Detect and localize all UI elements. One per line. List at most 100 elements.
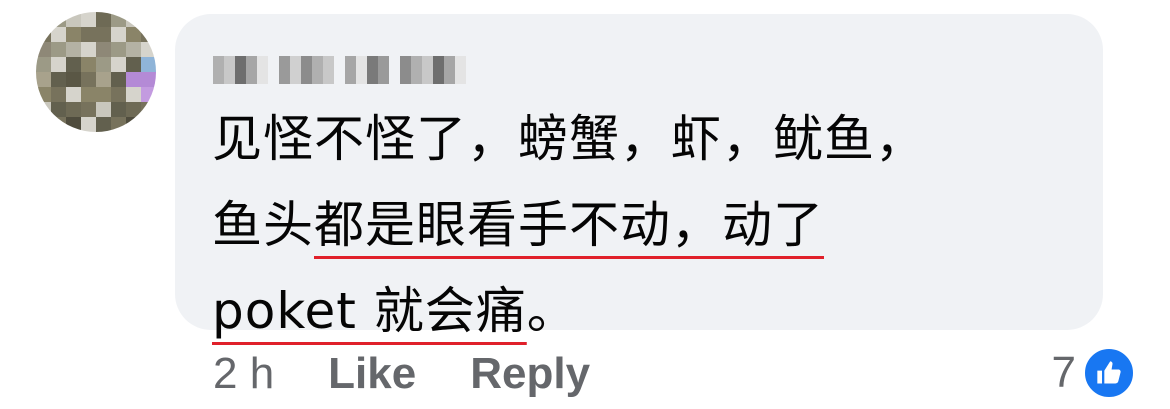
- author-name-pixel: [213, 56, 224, 84]
- avatar-pixel: [96, 42, 111, 57]
- avatar-pixel: [96, 72, 111, 87]
- avatar-pixel: [111, 72, 126, 87]
- avatar-pixel: [66, 117, 81, 132]
- avatar-pixel: [51, 42, 66, 57]
- reply-button[interactable]: Reply: [470, 349, 590, 399]
- avatar-pixel: [141, 102, 156, 117]
- avatar-pixel: [66, 102, 81, 117]
- avatar-pixel: [111, 102, 126, 117]
- author-name-pixel: [334, 56, 345, 84]
- author-name-pixel: [323, 56, 334, 84]
- avatar-pixel: [51, 117, 66, 132]
- comment-line-2: 鱼头都是眼看手不动，动了: [212, 182, 1072, 268]
- author-name-pixel: [345, 56, 356, 84]
- avatar-pixel: [126, 12, 141, 27]
- author-name-pixel: [400, 56, 411, 84]
- avatar-pixel: [126, 27, 141, 42]
- avatar-pixel: [126, 57, 141, 72]
- comment-line-1-text: 见怪不怪了，螃蟹，虾，鱿鱼，: [212, 110, 926, 168]
- author-name-pixel: [279, 56, 290, 84]
- avatar-pixel: [66, 87, 81, 102]
- avatar-pixel: [141, 57, 156, 72]
- avatar-pixel: [36, 117, 51, 132]
- comment-actions: 2 h Like Reply: [213, 346, 644, 402]
- avatar-pixel: [81, 102, 96, 117]
- author-name-pixel: [290, 56, 301, 84]
- avatar-pixel: [81, 12, 96, 27]
- comment-line-3-underlined: poket 就会痛: [212, 282, 527, 340]
- avatar-pixel: [66, 27, 81, 42]
- author-name-pixel: [312, 56, 323, 84]
- comment-line-2-underlined: 都是眼看手不动，动了: [314, 196, 824, 254]
- author-name-pixel: [235, 56, 246, 84]
- avatar-pixel: [66, 57, 81, 72]
- avatar-pixel: [141, 42, 156, 57]
- author-name-pixel: [367, 56, 378, 84]
- avatar-pixel: [36, 57, 51, 72]
- avatar-pixel: [36, 27, 51, 42]
- avatar-pixel: [36, 12, 51, 27]
- avatar-pixel: [81, 42, 96, 57]
- author-name-pixel: [246, 56, 257, 84]
- avatar-pixel: [81, 27, 96, 42]
- comment-line-3-tail: 。: [526, 282, 578, 340]
- reaction-count: 7: [1051, 348, 1076, 397]
- avatar-pixel: [81, 87, 96, 102]
- avatar-pixel: [96, 117, 111, 132]
- avatar-pixel: [126, 72, 141, 87]
- avatar-pixel: [126, 102, 141, 117]
- avatar-pixel: [66, 42, 81, 57]
- avatar-pixel: [96, 27, 111, 42]
- avatar-pixel: [66, 72, 81, 87]
- comment-text: 见怪不怪了，螃蟹，虾，鱿鱼， 鱼头都是眼看手不动，动了 poket 就会痛。: [212, 96, 1072, 354]
- author-name-pixel: [444, 56, 455, 84]
- avatar-pixel: [111, 42, 126, 57]
- author-name-pixel: [268, 56, 279, 84]
- author-name-pixel: [257, 56, 268, 84]
- comment-line-1: 见怪不怪了，螃蟹，虾，鱿鱼，: [212, 96, 1072, 182]
- like-button[interactable]: Like: [328, 349, 416, 399]
- author-name-pixel: [455, 56, 466, 84]
- author-name-pixel: [422, 56, 433, 84]
- avatar-pixel: [111, 87, 126, 102]
- avatar-pixel: [36, 102, 51, 117]
- avatar-pixel: [141, 87, 156, 102]
- author-name-pixel: [378, 56, 389, 84]
- author-name-pixel: [224, 56, 235, 84]
- author-name-pixel: [411, 56, 422, 84]
- reaction-summary[interactable]: 7: [1052, 343, 1136, 403]
- avatar-pixel: [36, 42, 51, 57]
- avatar-pixel: [51, 102, 66, 117]
- avatar-pixel: [96, 102, 111, 117]
- avatar-pixel: [111, 27, 126, 42]
- avatar-pixel: [141, 72, 156, 87]
- comment-line-2-text: 鱼头: [212, 196, 314, 254]
- avatar-pixel: [141, 117, 156, 132]
- avatar-pixel: [36, 72, 51, 87]
- avatar-pixel: [81, 57, 96, 72]
- avatar-pixel: [36, 87, 51, 102]
- avatar-pixel: [81, 117, 96, 132]
- avatar-pixel: [126, 117, 141, 132]
- avatar-pixel: [51, 57, 66, 72]
- avatar-pixel: [96, 12, 111, 27]
- avatar-pixel: [126, 42, 141, 57]
- avatar-pixel: [51, 12, 66, 27]
- comment-line-3: poket 就会痛。: [212, 268, 1072, 354]
- avatar-pixel: [126, 87, 141, 102]
- avatar-pixel: [66, 12, 81, 27]
- author-name-pixel: [433, 56, 444, 84]
- author-name-pixel: [301, 56, 312, 84]
- avatar-pixel: [51, 87, 66, 102]
- avatar-pixel: [81, 72, 96, 87]
- avatar-pixel: [141, 12, 156, 27]
- avatar-pixel: [111, 117, 126, 132]
- avatar-pixel: [111, 57, 126, 72]
- author-name-redacted[interactable]: [213, 56, 466, 84]
- avatar-pixel: [96, 87, 111, 102]
- avatar-pixel: [51, 27, 66, 42]
- author-name-pixel: [389, 56, 400, 84]
- commenter-avatar[interactable]: [36, 12, 156, 132]
- thumbs-up-icon: [1082, 346, 1136, 400]
- comment-timestamp[interactable]: 2 h: [213, 349, 274, 399]
